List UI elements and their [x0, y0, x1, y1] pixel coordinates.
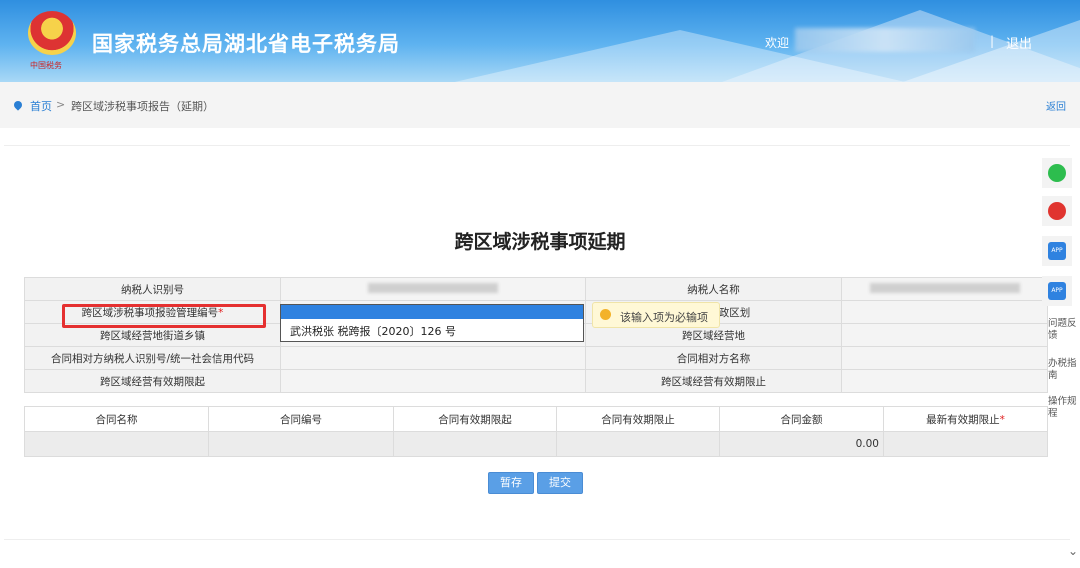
- taxpayer-name-value: [841, 277, 1048, 301]
- counterparty-name-label: 合同相对方名称: [585, 346, 842, 370]
- logout-link[interactable]: 退出: [1006, 33, 1032, 52]
- dropdown-selected-option[interactable]: [281, 305, 583, 319]
- breadcrumb: 首页 > 跨区域涉税事项报告（延期） 返回: [0, 82, 1080, 128]
- business-location-value: [841, 323, 1048, 347]
- breadcrumb-home-link[interactable]: 首页: [30, 98, 52, 114]
- breadcrumb-current: 跨区域涉税事项报告（延期）: [71, 100, 214, 113]
- emblem-caption: 中国税务: [30, 61, 62, 70]
- app-button-2[interactable]: APP: [1042, 276, 1072, 306]
- submit-button[interactable]: 提交: [537, 472, 583, 494]
- dropdown-option[interactable]: 武洪税张 税跨报〔2020〕126 号: [290, 323, 456, 339]
- table-row: 跨区域经营有效期限起 跨区域经营有效期限止: [24, 369, 1048, 393]
- app-icon: APP: [1048, 282, 1066, 300]
- breadcrumb-arrow: >: [56, 98, 66, 111]
- save-draft-button[interactable]: 暂存: [488, 472, 534, 494]
- feedback-link[interactable]: 问题反馈: [1048, 318, 1078, 342]
- highlight-box: [62, 304, 266, 328]
- rules-link[interactable]: 操作规程: [1048, 396, 1078, 420]
- valid-to-value: [841, 369, 1048, 393]
- welcome-text: 欢迎: [765, 36, 790, 50]
- counterparty-name-value: [841, 346, 1048, 370]
- site-header: 中国税务 国家税务总局湖北省电子税务局 欢迎 | 退出: [0, 0, 1080, 82]
- page-title: 跨区域涉税事项延期: [454, 231, 626, 253]
- tooltip-text: 该输入项为必输项: [620, 311, 708, 324]
- column-header: 合同名称: [24, 406, 209, 432]
- taxpayer-id-value: [280, 277, 586, 301]
- contract-name-cell: [24, 431, 209, 457]
- wechat-icon: [1048, 164, 1066, 182]
- app-icon: APP: [1048, 242, 1066, 260]
- contract-end-cell: [556, 431, 720, 457]
- contract-amount-cell: 0.00: [719, 431, 884, 457]
- valid-from-value: [280, 369, 586, 393]
- tax-emblem-icon: [28, 11, 76, 55]
- column-header: 合同有效期限起: [393, 406, 557, 432]
- column-header: 合同编号: [208, 406, 394, 432]
- column-header: 合同有效期限止: [556, 406, 720, 432]
- taxpayer-id-label: 纳税人识别号: [24, 277, 281, 301]
- counterparty-id-value: [280, 346, 586, 370]
- counterparty-id-label: 合同相对方纳税人识别号/统一社会信用代码: [24, 346, 281, 370]
- weibo-icon: [1048, 202, 1066, 220]
- app-button[interactable]: APP: [1042, 236, 1072, 266]
- contract-start-cell: [393, 431, 557, 457]
- region-value: [841, 300, 1048, 324]
- site-title: 国家税务总局湖北省电子税务局: [92, 32, 400, 56]
- username-blurred: [795, 28, 975, 52]
- contract-number-cell: [208, 431, 394, 457]
- warning-smiley-icon: [600, 309, 611, 320]
- valid-to-label: 跨区域经营有效期限止: [585, 369, 842, 393]
- contract-table: 合同名称 合同编号 合同有效期限起 合同有效期限止 合同金额 最新有效期限止* …: [24, 406, 1048, 457]
- column-header-text: 最新有效期限止: [926, 413, 1000, 426]
- blurred-value: [869, 282, 1020, 293]
- header-separator: |: [990, 34, 995, 48]
- table-header-row: 合同名称 合同编号 合同有效期限起 合同有效期限止 合同金额 最新有效期限止*: [24, 406, 1048, 432]
- valid-from-label: 跨区域经营有效期限起: [24, 369, 281, 393]
- column-header: 合同金额: [719, 406, 884, 432]
- table-row: 纳税人识别号 纳税人名称: [24, 277, 1048, 301]
- location-pin-icon: [12, 99, 24, 111]
- column-header: 最新有效期限止*: [883, 406, 1048, 432]
- wechat-button[interactable]: [1042, 158, 1072, 188]
- scroll-down-icon[interactable]: ⌄: [1068, 544, 1078, 558]
- latest-end-date-input[interactable]: [883, 431, 1048, 457]
- back-link[interactable]: 返回: [1046, 98, 1066, 113]
- guide-link[interactable]: 办税指南: [1048, 358, 1078, 382]
- taxpayer-name-label: 纳税人名称: [585, 277, 842, 301]
- blurred-value: [368, 282, 498, 293]
- weibo-button[interactable]: [1042, 196, 1072, 226]
- table-row: 0.00: [24, 431, 1048, 457]
- table-row: 合同相对方纳税人识别号/统一社会信用代码 合同相对方名称: [24, 346, 1048, 370]
- required-mark: *: [999, 413, 1005, 426]
